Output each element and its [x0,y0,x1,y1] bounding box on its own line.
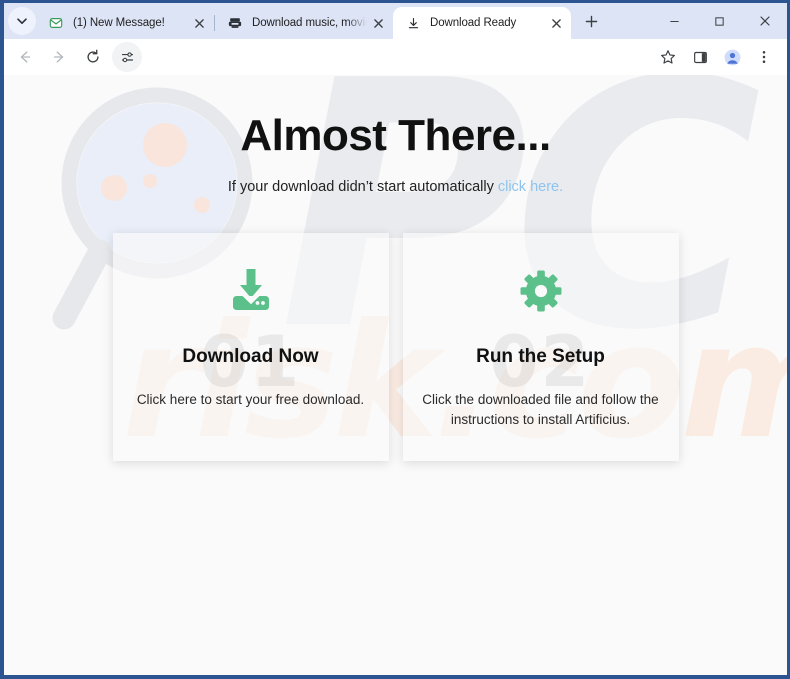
side-panel-icon [693,51,707,63]
customize-toolbar-button[interactable] [112,42,142,72]
minimize-icon [670,20,679,22]
close-window-button[interactable] [742,3,787,39]
steps-cards: 01 Download Now Click here to start your… [4,233,787,462]
card-download-now[interactable]: 01 Download Now Click here to start your… [112,233,389,462]
back-button[interactable] [10,42,40,72]
back-arrow-icon [20,51,31,63]
tab-title: Download Ready [430,17,517,29]
window-controls [652,3,787,39]
new-tab-button[interactable] [577,7,605,35]
page-title: Almost There... [240,111,551,160]
browser-menu-button[interactable] [749,42,779,72]
browser-window: (1) New Message! Download music, movi Do… [4,3,787,675]
download-icon [405,15,421,31]
tab-close-button[interactable] [369,14,387,32]
browser-toolbar [4,39,787,75]
maximize-icon [715,16,724,26]
minimize-button[interactable] [652,3,697,39]
click-here-link[interactable]: click here. [498,179,563,195]
card-title: Download Now [182,346,319,368]
tab-search-button[interactable] [8,7,36,35]
subtitle-text: If your download didn’t start automatica… [227,179,498,196]
card-title: Run the Setup [476,346,605,368]
card-run-the-setup[interactable]: 02 Run the Setup Click the downloaded fi… [402,233,679,462]
tab-title: Download music, movies, games [252,17,367,29]
reload-button[interactable] [78,42,108,72]
download-tray-icon [227,265,275,317]
chevron-down-icon [17,18,27,24]
reload-icon [87,49,99,63]
sliders-icon [121,51,133,62]
page-viewport: PC risk.com Almost There... If your down… [4,75,787,675]
close-icon [759,16,770,26]
maximize-button[interactable] [697,3,742,39]
tab-download-ready[interactable]: Download Ready [393,7,571,39]
plus-icon [585,15,597,27]
browser-window-frame: (1) New Message! Download music, movi Do… [0,0,790,679]
subtitle: If your download didn’t start automatica… [4,179,787,195]
gear-icon [519,265,563,317]
tab-download-music[interactable]: Download music, movies, games [215,7,393,39]
star-icon [661,50,675,64]
tab-close-button[interactable] [190,14,208,32]
card-description: Click here to start your free download. [136,392,365,408]
three-dot-menu-icon [762,51,766,63]
tab-close-button[interactable] [547,14,565,32]
bookmark-button[interactable] [653,42,683,72]
side-panel-button[interactable] [685,42,715,72]
tab-strip: (1) New Message! Download music, movi Do… [4,3,787,39]
forward-arrow-icon [53,51,64,63]
forward-button[interactable] [44,42,74,72]
mail-icon [48,15,64,31]
profile-avatar-icon [724,49,740,65]
toolbar-right-actions [653,39,781,75]
torrent-icon [227,15,243,31]
tab-new-message[interactable]: (1) New Message! [36,7,214,39]
tab-title: (1) New Message! [73,17,165,29]
profile-button[interactable] [717,42,747,72]
page-content: Almost There... If your download didn’t … [4,75,787,462]
card-description: Click the downloaded file and follow the… [422,392,659,427]
